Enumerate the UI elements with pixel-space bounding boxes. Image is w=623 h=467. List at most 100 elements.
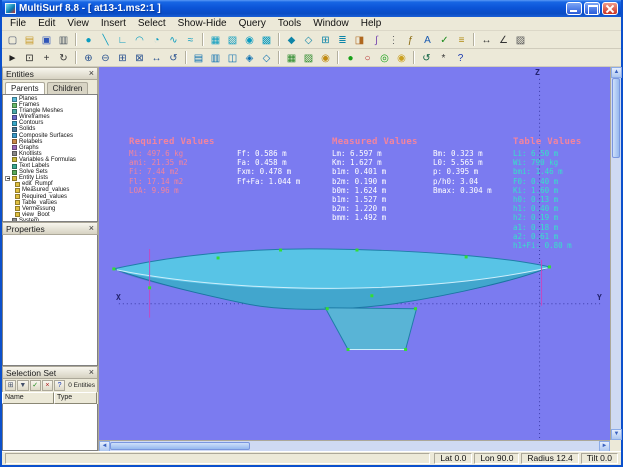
help-icon[interactable]: ? [453, 50, 469, 66]
list-entity-icon [15, 200, 20, 206]
entity-tree: Planes Frames Triangle Meshes Wireframes Con… [2, 94, 98, 222]
plane-icon[interactable]: ◇ [301, 32, 317, 48]
solid-icon[interactable]: ◆ [284, 32, 300, 48]
value-line: bmi: 1.46 m [513, 167, 563, 177]
menu-tools[interactable]: Tools [272, 17, 307, 31]
revolve-surface-icon[interactable]: ◉ [242, 32, 258, 48]
view-iso-icon[interactable]: ◈ [242, 50, 258, 66]
curve-icon[interactable]: ≈ [183, 32, 199, 48]
save-icon[interactable]: ▣ [39, 32, 55, 48]
entity-list-icon[interactable]: ≡ [454, 32, 470, 48]
value-line: Bmax: 0.304 m [433, 185, 492, 195]
sel-list-icon[interactable]: ⊞ [5, 380, 17, 391]
pan-icon[interactable]: ↔ [149, 50, 165, 66]
show-all-icon[interactable]: ◎ [377, 50, 393, 66]
vscroll-thumb[interactable] [612, 78, 620, 158]
column-header-name[interactable]: Name [2, 392, 54, 404]
menu-show-hide[interactable]: Show-Hide [172, 17, 233, 31]
print-icon[interactable]: ▥ [56, 32, 72, 48]
wireframe-mode-icon[interactable]: ▦ [284, 50, 300, 66]
surface-icon[interactable]: ▦ [208, 32, 224, 48]
new-file-icon[interactable]: ▢ [5, 32, 21, 48]
conic-icon[interactable]: ◔ [149, 32, 165, 48]
solve-set-icon[interactable]: ✓ [437, 32, 453, 48]
sel-check-icon[interactable]: ✓ [29, 380, 41, 391]
show-entity-icon[interactable]: ● [343, 50, 359, 66]
menu-select[interactable]: Select [132, 17, 172, 31]
scroll-down-icon[interactable]: ▼ [611, 429, 622, 440]
hide-entity-icon[interactable]: ○ [360, 50, 376, 66]
hscroll-track[interactable] [110, 441, 599, 451]
settings-icon[interactable]: * [436, 50, 452, 66]
close-button[interactable] [602, 2, 618, 15]
graph-icon[interactable]: ∫ [369, 32, 385, 48]
sel-remove-icon[interactable]: × [41, 380, 53, 391]
measure-icon[interactable]: ↔ [479, 32, 495, 48]
sel-filter-icon[interactable]: ▼ [17, 380, 29, 391]
sel-help-icon[interactable]: ? [54, 380, 66, 391]
minimize-button[interactable] [566, 2, 582, 15]
open-folder-icon[interactable]: ▤ [22, 32, 38, 48]
point-icon[interactable]: ● [81, 32, 97, 48]
maximize-button[interactable] [584, 2, 600, 15]
selection-list[interactable] [2, 404, 98, 451]
tab-parents[interactable]: Parents [5, 82, 45, 94]
column-header-type[interactable]: Type [54, 392, 97, 404]
spline-icon[interactable]: ∿ [166, 32, 182, 48]
render-mode-icon[interactable]: ◉ [318, 50, 334, 66]
text-label-icon[interactable]: A [420, 32, 436, 48]
translate-icon[interactable]: + [39, 50, 55, 66]
zoom-out-icon[interactable]: ⊖ [98, 50, 114, 66]
rotate-icon[interactable]: ↻ [56, 50, 72, 66]
zoom-window-icon[interactable]: ⊞ [115, 50, 131, 66]
zoom-fit-icon[interactable]: ⊠ [132, 50, 148, 66]
knotlist-icon[interactable]: ⋮ [386, 32, 402, 48]
orbit-icon[interactable]: ↺ [166, 50, 182, 66]
menu-view[interactable]: View [61, 17, 95, 31]
angle-icon[interactable]: ∠ [496, 32, 512, 48]
ruled-surface-icon[interactable]: ▧ [225, 32, 241, 48]
variables-icon[interactable]: ƒ [403, 32, 419, 48]
entities-close-icon[interactable]: × [89, 69, 94, 78]
properties-close-icon[interactable]: × [89, 224, 94, 233]
viewport-vscrollbar[interactable]: ▲ ▼ [610, 67, 622, 440]
menu-insert[interactable]: Insert [95, 17, 132, 31]
tab-children[interactable]: Children [46, 82, 89, 94]
select-box-icon[interactable]: ⊡ [22, 50, 38, 66]
frame-icon[interactable]: ⊞ [318, 32, 334, 48]
title-bar[interactable]: MultiSurf 8.8 - [ at13-1.ms2:1 ] [2, 0, 621, 17]
contour-icon[interactable]: ≣ [335, 32, 351, 48]
collapse-toggle-icon[interactable] [5, 175, 10, 181]
knotlists-icon [12, 151, 17, 157]
required-values-title: Required Values [129, 137, 215, 147]
hscroll-thumb[interactable] [110, 442, 250, 450]
view-right-icon[interactable]: ◫ [225, 50, 241, 66]
visibility-icon[interactable]: ◉ [394, 50, 410, 66]
relabel-icon[interactable]: ◨ [352, 32, 368, 48]
view-top-icon[interactable]: ▤ [191, 50, 207, 66]
menu-query[interactable]: Query [233, 17, 272, 31]
vscroll-track[interactable] [611, 78, 621, 429]
mesh-icon[interactable]: ▩ [259, 32, 275, 48]
viewport-hscrollbar[interactable]: ◄ ► [99, 440, 610, 452]
scroll-up-icon[interactable]: ▲ [611, 67, 622, 78]
select-arrow-icon[interactable]: ► [5, 50, 21, 66]
shaded-mode-icon[interactable]: ▨ [301, 50, 317, 66]
app-window: MultiSurf 8.8 - [ at13-1.ms2:1 ] File Edi… [0, 0, 623, 467]
perspective-icon[interactable]: ◇ [259, 50, 275, 66]
menu-help[interactable]: Help [355, 17, 388, 31]
refresh-icon[interactable]: ↺ [419, 50, 435, 66]
menu-window[interactable]: Window [307, 17, 355, 31]
line-icon[interactable]: ╲ [98, 32, 114, 48]
polyline-icon[interactable]: ∟ [115, 32, 131, 48]
report-icon[interactable]: ▨ [513, 32, 529, 48]
arc-icon[interactable]: ◠ [132, 32, 148, 48]
menu-file[interactable]: File [4, 17, 32, 31]
zoom-in-icon[interactable]: ⊕ [81, 50, 97, 66]
scrollbar-corner [610, 440, 621, 451]
value-line: bmm: 1.492 m [332, 213, 387, 223]
selection-close-icon[interactable]: × [89, 368, 94, 377]
view-front-icon[interactable]: ▥ [208, 50, 224, 66]
viewport-3d[interactable]: Required Values Mi: 497.6 kg ami: 21.35 m… [99, 67, 610, 440]
menu-edit[interactable]: Edit [32, 17, 61, 31]
